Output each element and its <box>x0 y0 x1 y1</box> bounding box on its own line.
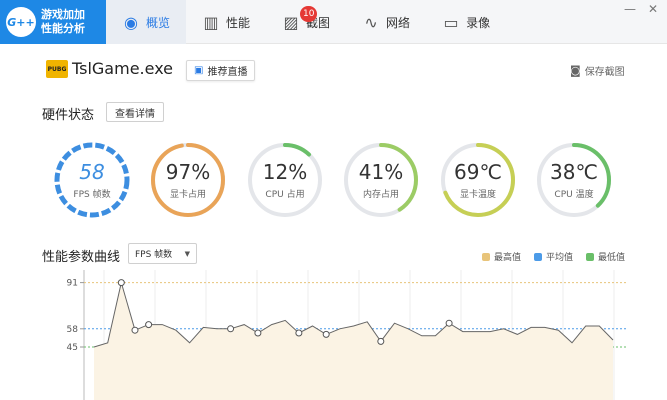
legend-swatch <box>482 252 490 261</box>
gauge-cpu-usage: 12% CPU 占用 <box>245 140 325 220</box>
legend-label: 平均值 <box>546 253 574 263</box>
title-bar: G++ 游戏加加 性能分析 ◉ 概览 ▥ 性能 ▨ 截图 10 ∿ 网络 ▭ 录… <box>0 0 667 44</box>
tab-recording[interactable]: ▭ 录像 <box>426 0 506 44</box>
legend-swatch <box>586 252 594 261</box>
data-point <box>131 326 139 334</box>
data-point <box>322 330 330 338</box>
select-value: FPS 帧数 <box>135 250 173 260</box>
gauge-gpu-temp: 69℃ 显卡温度 <box>438 140 518 220</box>
logo-text: 游戏加加 性能分析 <box>41 8 85 36</box>
gauge-value: 38℃ <box>550 160 598 184</box>
data-point <box>145 321 153 329</box>
tab-label: 概览 <box>146 15 171 30</box>
tab-label: 性能 <box>226 15 251 30</box>
gauge-value: 41% <box>358 160 404 184</box>
video-icon: ▭ <box>443 12 459 32</box>
logo-line1: 游戏加加 <box>41 8 85 21</box>
close-button[interactable]: ✕ <box>648 2 658 16</box>
data-point <box>254 329 262 337</box>
game-logo: PUBG <box>46 60 68 78</box>
gauge-label: CPU 占用 <box>265 190 305 200</box>
hardware-title: 硬件状态 <box>42 108 95 123</box>
save-label: 保存截图 <box>584 67 625 78</box>
play-icon: ▣ <box>194 65 204 76</box>
legend-label: 最低值 <box>598 253 626 263</box>
data-point <box>377 337 385 345</box>
y-tick-label: 91 <box>67 279 78 289</box>
legend-label: 最高值 <box>494 253 522 263</box>
gauge-label: 显卡占用 <box>169 190 206 200</box>
gauge-value: 12% <box>262 160 308 184</box>
legend-min: 最低值 <box>586 250 625 263</box>
tab-network[interactable]: ∿ 网络 <box>346 0 426 44</box>
live-label: 推荐直播 <box>207 67 248 78</box>
tab-overview[interactable]: ◉ 概览 <box>106 0 187 44</box>
gauge-value: 69℃ <box>454 160 502 184</box>
view-details-button[interactable]: 查看详情 <box>106 102 164 122</box>
bar-chart-icon: ▥ <box>203 12 219 32</box>
legend-swatch <box>534 252 542 261</box>
pulse-icon: ∿ <box>364 12 378 32</box>
eye-icon: ◉ <box>124 12 138 32</box>
logo-line2: 性能分析 <box>41 22 85 35</box>
gauge-label: 显卡温度 <box>459 190 496 200</box>
image-icon: ▨ <box>283 12 299 32</box>
minimize-button[interactable]: — <box>624 2 636 16</box>
curve-title: 性能参数曲线 <box>42 250 121 265</box>
metric-select[interactable]: FPS 帧数 ▼ <box>128 243 197 264</box>
logo-badge: G++ <box>6 7 36 37</box>
gauge-cpu-temp: 38℃ CPU 温度 <box>534 140 614 220</box>
gauge-value: 97% <box>165 160 211 184</box>
legend-avg: 平均值 <box>534 250 573 263</box>
series-area <box>94 282 613 400</box>
legend-max: 最高值 <box>482 250 521 263</box>
y-tick-label: 58 <box>67 325 79 335</box>
fps-chart: 91 58 45 <box>67 270 626 400</box>
main-nav: ◉ 概览 ▥ 性能 ▨ 截图 10 ∿ 网络 ▭ 录像 <box>106 0 506 44</box>
y-tick-label: 45 <box>67 343 78 353</box>
data-point <box>295 329 303 337</box>
app-logo: G++ 游戏加加 性能分析 <box>0 0 106 44</box>
gauge-label: FPS 帧数 <box>73 190 111 200</box>
camera-icon: ◙ <box>570 64 581 77</box>
save-screenshot-button[interactable]: ◙ 保存截图 <box>570 63 625 78</box>
data-point <box>117 279 125 287</box>
gauge-fps: 58 FPS 帧数 <box>52 140 132 220</box>
chevron-down-icon: ▼ <box>184 250 190 258</box>
gauge-label: CPU 温度 <box>554 190 594 200</box>
gauge-value: 58 <box>79 160 105 184</box>
tab-label: 录像 <box>466 15 491 30</box>
tab-screenshot[interactable]: ▨ 截图 10 <box>266 0 346 44</box>
gauge-label: 内存占用 <box>362 190 399 200</box>
tab-performance[interactable]: ▥ 性能 <box>186 0 266 44</box>
tab-label: 网络 <box>386 15 411 30</box>
recommend-live-button[interactable]: ▣ 推荐直播 <box>186 60 256 81</box>
data-point <box>445 319 453 327</box>
game-title: TslGame.exe <box>72 59 174 78</box>
data-point <box>227 325 235 333</box>
gauge-gpu-usage: 97% 显卡占用 <box>148 140 228 220</box>
gauge-memory-usage: 41% 内存占用 <box>341 140 421 220</box>
